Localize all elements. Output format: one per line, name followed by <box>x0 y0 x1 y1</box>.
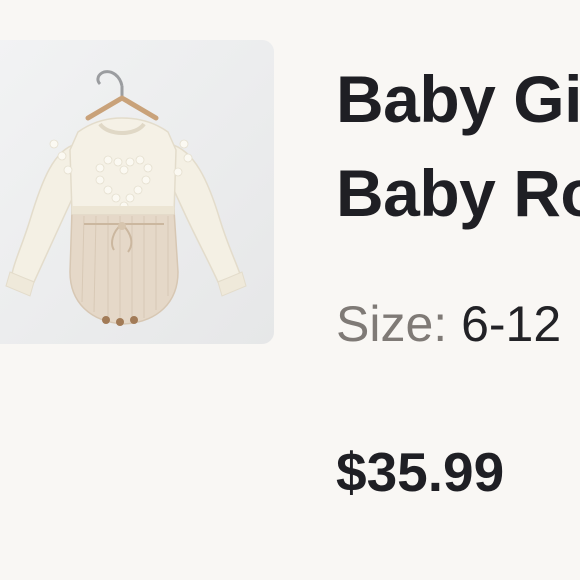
product-title-line-2: Baby Ro <box>336 156 580 230</box>
product-image[interactable] <box>0 40 274 344</box>
cart-item: Baby Gi Baby Ro Size: 6-12 $35.99 <box>0 0 580 580</box>
baby-romper-icon <box>0 40 274 344</box>
product-title[interactable]: Baby Gi Baby Ro <box>336 52 580 240</box>
size-label: Size: <box>336 296 448 352</box>
size-value: 6-12 <box>461 296 562 352</box>
size-info: Size: 6-12 <box>336 294 561 354</box>
product-title-line-1: Baby Gi <box>336 62 580 136</box>
product-price: $35.99 <box>336 441 505 503</box>
